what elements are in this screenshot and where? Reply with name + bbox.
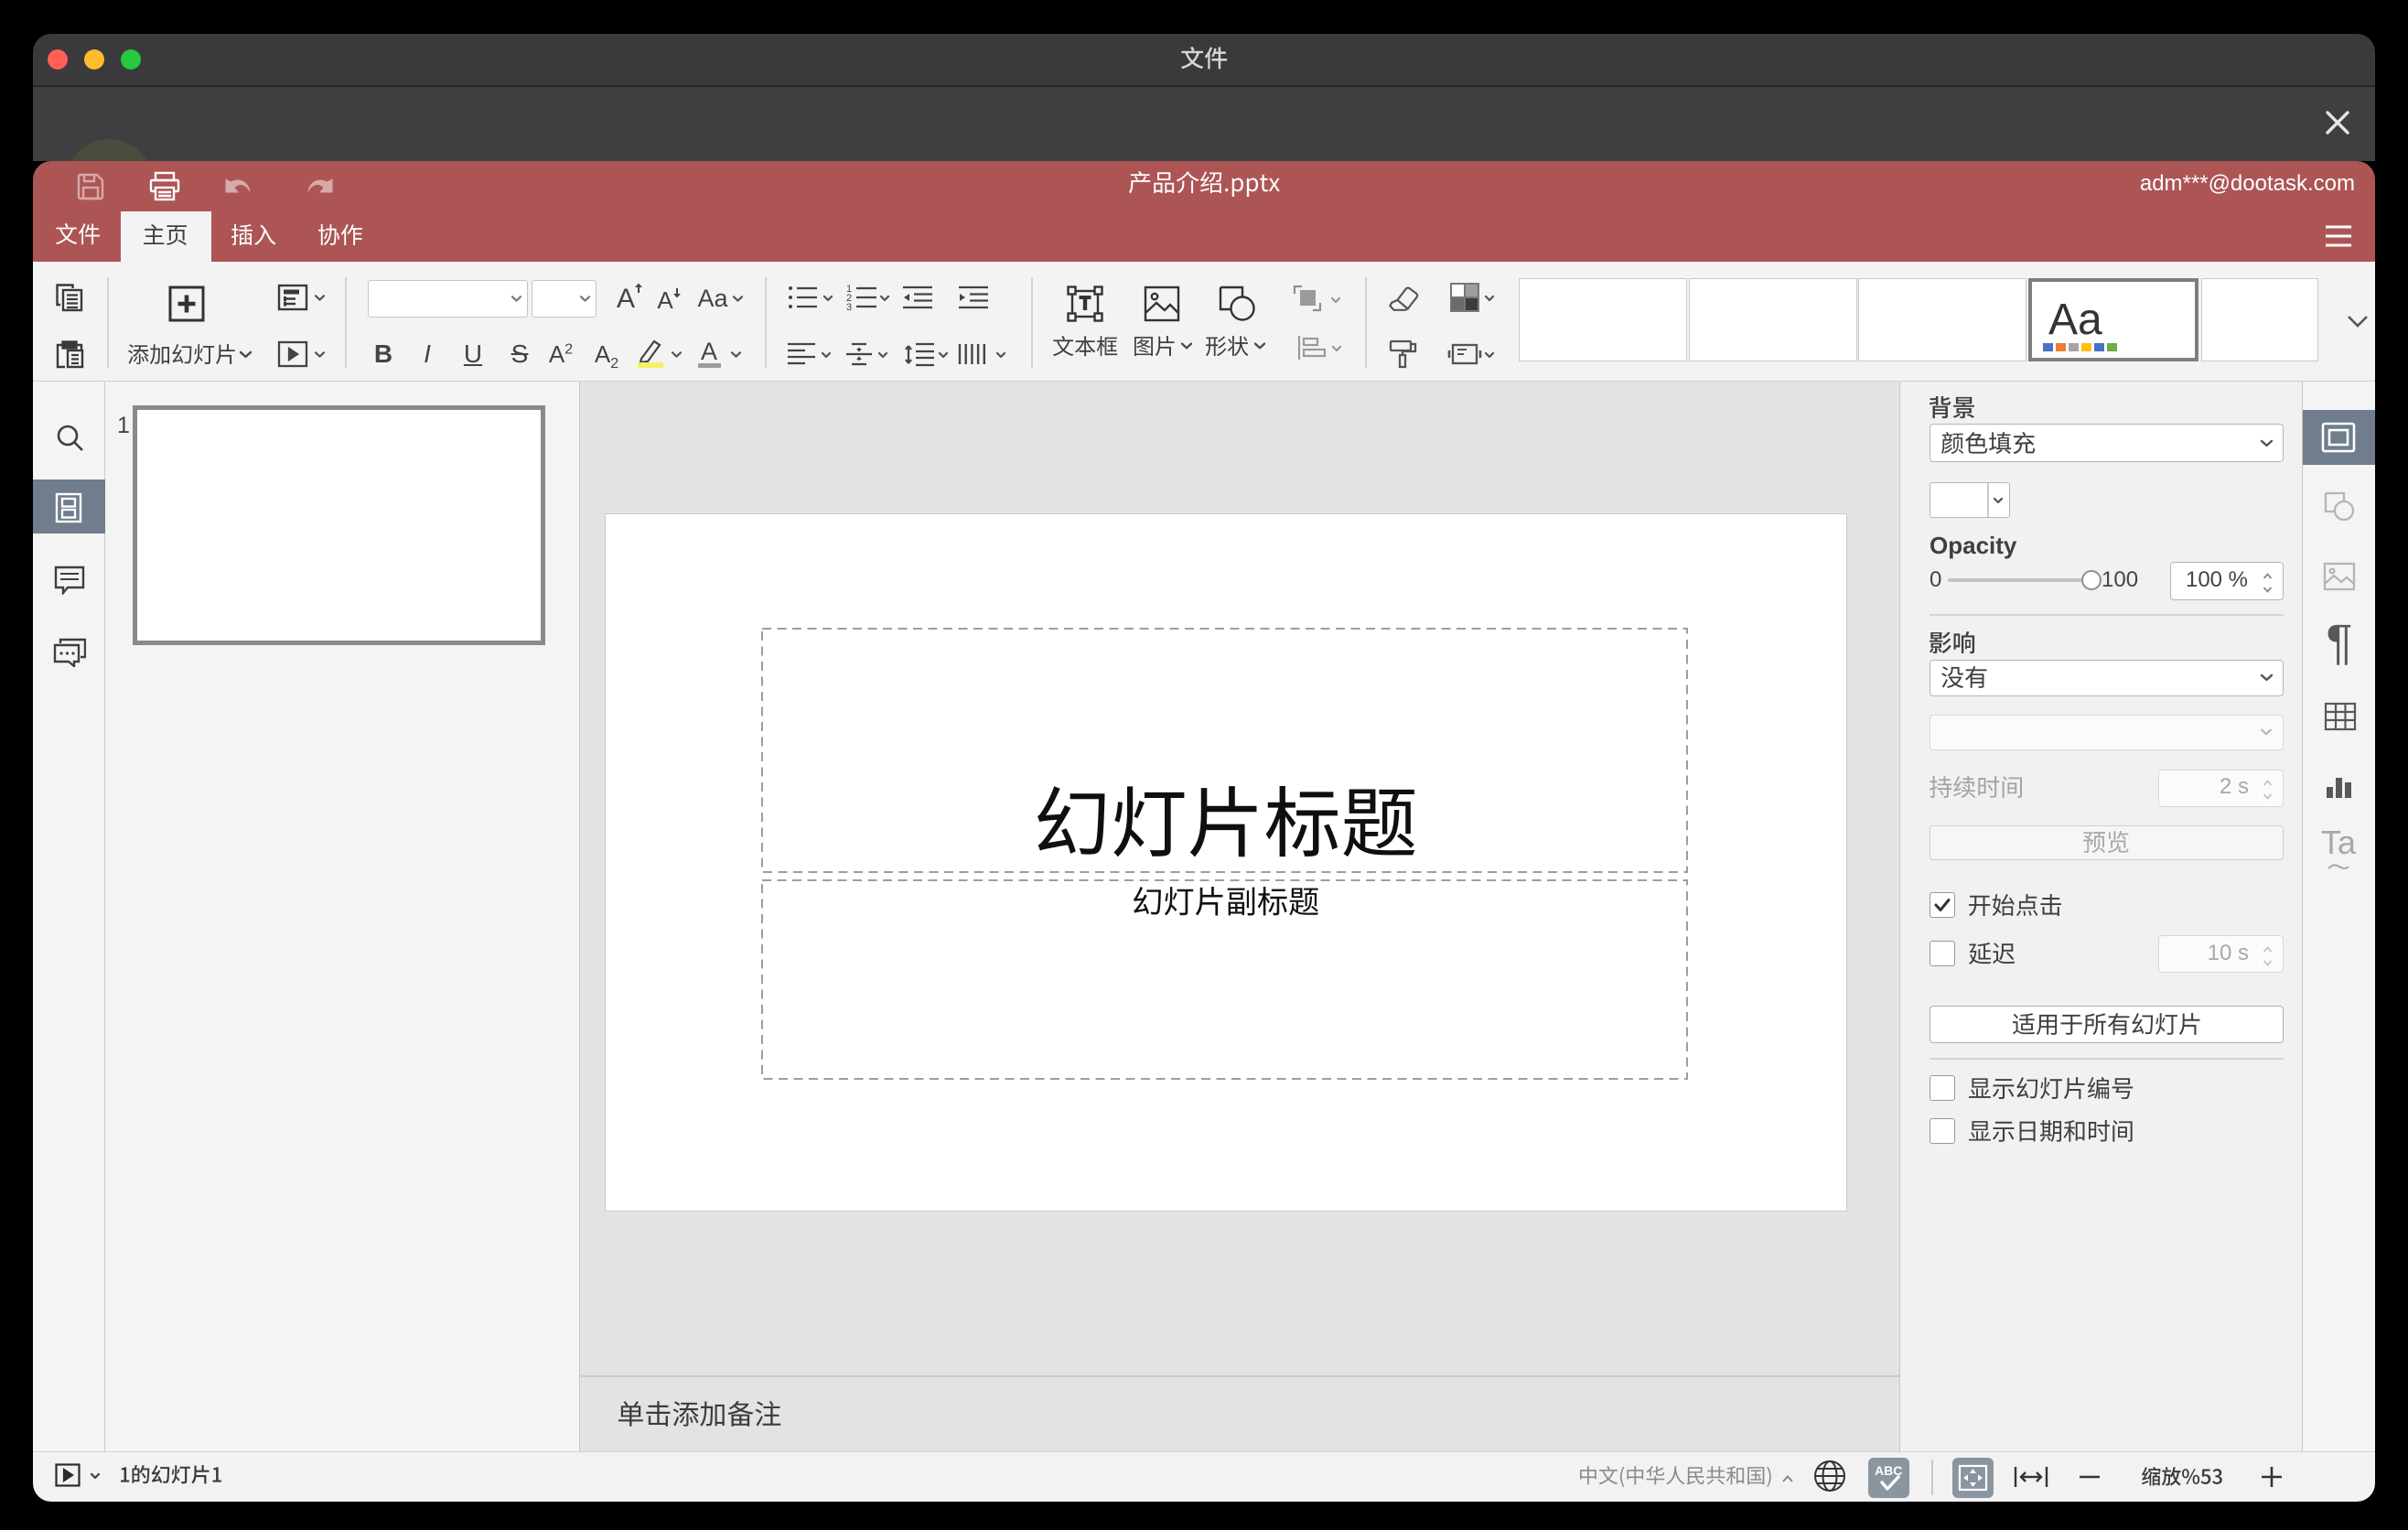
svg-text:3: 3 (846, 302, 852, 311)
